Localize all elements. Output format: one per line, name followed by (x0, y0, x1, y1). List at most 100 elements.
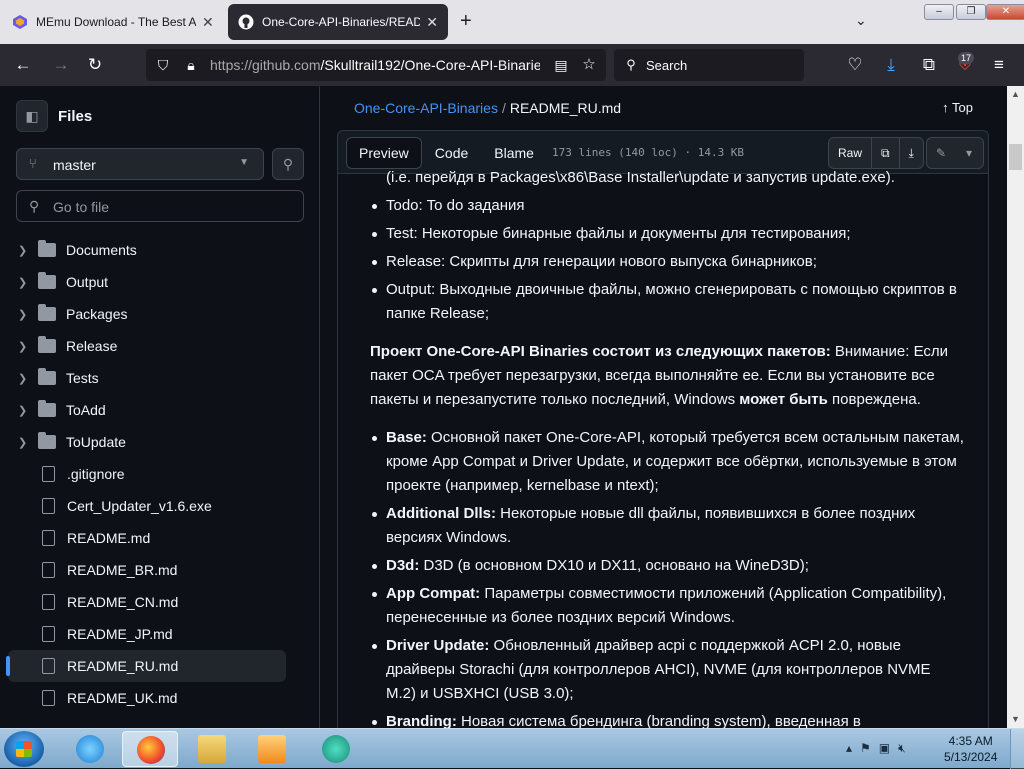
file-icon (42, 562, 55, 578)
close-window-button[interactable]: ✕ (986, 4, 1024, 20)
tree-item-label: Cert_Updater_v1.6.exe (67, 498, 212, 514)
file-icon (42, 530, 55, 546)
sidebar-collapse-icon[interactable]: ◧ (16, 100, 48, 132)
forward-arrow-icon[interactable]: → (50, 54, 72, 76)
package-list: Base: Основной пакет One-Core-API, котор… (338, 426, 988, 728)
scroll-up-arrow-icon[interactable]: ▲ (1007, 86, 1024, 103)
folder-icon (38, 368, 56, 385)
tree-item-label: Documents (66, 242, 137, 258)
new-tab-icon[interactable]: + (460, 10, 472, 33)
breadcrumb-file: README_RU.md (509, 100, 622, 116)
page-scrollbar[interactable]: ▲ ▼ (1007, 86, 1024, 728)
tree-folder-item[interactable]: ❯ ToUpdate (8, 426, 308, 458)
minimize-button[interactable]: – (924, 4, 954, 20)
file-icon (42, 498, 55, 514)
search-icon: ⚲ (626, 57, 636, 72)
chevron-right-icon[interactable]: ❯ (18, 340, 38, 353)
tree-folder-item[interactable]: ❯ Packages (8, 298, 308, 330)
tree-item-label: Tests (66, 370, 99, 386)
search-files-button[interactable]: ⚲ (272, 148, 304, 180)
tab-github[interactable]: One-Core-API-Binaries/READM ✕ (228, 4, 448, 40)
close-tab-icon[interactable]: ✕ (202, 14, 214, 31)
package-name: D3d: (386, 557, 420, 574)
system-tray-icons[interactable]: ▴⚑▣🔇︎ (846, 741, 914, 756)
pocket-icon[interactable]: ♡ (844, 54, 866, 76)
tree-file-item[interactable]: README_RU.md (6, 650, 286, 682)
package-description: Основной пакет One-Core-API, который тре… (386, 429, 964, 494)
file-actions: Raw ⧉ ⤓ (828, 137, 924, 169)
reader-view-icon[interactable]: ▤ (550, 54, 572, 76)
tree-file-item[interactable]: README_JP.md (8, 618, 308, 650)
maximize-button[interactable]: ❐ (956, 4, 986, 20)
tree-item-label: .gitignore (67, 466, 125, 482)
search-box[interactable]: ⚲ Search (614, 49, 804, 81)
tree-file-item[interactable]: README_CN.md (8, 586, 308, 618)
url-bar[interactable]: ⛉ 🔒︎ https://github.com/Skulltrail192/On… (146, 49, 606, 81)
list-all-tabs-icon[interactable]: ⌄ (855, 12, 867, 29)
edit-actions: ✎ ▾ (926, 137, 984, 169)
tree-item-label: ToAdd (66, 402, 106, 418)
para-bold: может быть (739, 391, 828, 408)
taskbar-memu[interactable] (308, 731, 364, 767)
show-desktop-button[interactable] (1010, 729, 1024, 769)
tree-file-item[interactable]: README_BR.md (8, 554, 308, 586)
taskbar-ie[interactable] (62, 731, 118, 767)
taskbar-media-player[interactable] (244, 731, 300, 767)
chevron-right-icon[interactable]: ❯ (18, 372, 38, 385)
tree-file-item[interactable]: README_UK.md (8, 682, 308, 714)
chevron-down-icon[interactable]: ▾ (955, 138, 983, 168)
tab-preview[interactable]: Preview (346, 137, 422, 169)
folder-icon (38, 400, 56, 417)
pencil-edit-icon[interactable]: ✎ (927, 138, 955, 168)
chevron-right-icon[interactable]: ❯ (18, 244, 38, 257)
reload-icon[interactable]: ↻ (84, 54, 106, 76)
tab-code[interactable]: Code (422, 137, 481, 169)
media-player-icon (258, 735, 286, 763)
tree-folder-item[interactable]: ❯ Tests (8, 362, 308, 394)
chevron-right-icon[interactable]: ❯ (18, 276, 38, 289)
start-button[interactable] (4, 731, 44, 767)
file-icon (42, 658, 55, 674)
close-tab-icon[interactable]: ✕ (426, 14, 438, 31)
menu-icon[interactable]: ≡ (988, 54, 1010, 76)
file-tree: ❯ Documents ❯ Output ❯ Packages ❯ Release ❯ Tests… (6, 234, 308, 714)
lock-icon[interactable]: 🔒︎ (180, 54, 202, 76)
bookmark-star-icon[interactable]: ☆ (578, 54, 600, 76)
tree-file-item[interactable]: .gitignore (8, 458, 308, 490)
folder-icon (38, 272, 56, 289)
package-name: App Compat: (386, 585, 481, 602)
tree-folder-item[interactable]: ❯ ToAdd (8, 394, 308, 426)
file-icon (42, 594, 55, 610)
branch-selector[interactable]: ⑂ master ▼ (16, 148, 264, 180)
top-button[interactable]: ↑ Top (942, 100, 973, 115)
extensions-icon[interactable]: ⧉ (918, 54, 940, 76)
taskbar-clock[interactable]: 4:35 AM 5/13/2024 (944, 733, 997, 765)
tree-item-label: README_UK.md (67, 690, 178, 706)
raw-button[interactable]: Raw (829, 138, 873, 168)
shield-icon[interactable]: ⛉ (152, 54, 174, 76)
taskbar-firefox[interactable] (122, 731, 178, 767)
tab-memu[interactable]: MEmu Download - The Best An ✕ (2, 4, 224, 40)
breadcrumb-repo-link[interactable]: One-Core-API-Binaries (354, 100, 498, 116)
download-icon[interactable]: ⤓ (900, 138, 923, 168)
chevron-right-icon[interactable]: ❯ (18, 308, 38, 321)
url-text[interactable]: https://github.com/Skulltrail192/One-Cor… (210, 57, 540, 73)
chevron-right-icon[interactable]: ❯ (18, 404, 38, 417)
git-branch-icon: ⑂ (29, 156, 37, 171)
search-placeholder: Search (646, 58, 688, 73)
copy-icon[interactable]: ⧉ (872, 138, 900, 168)
top-label: Top (952, 100, 973, 115)
tab-blame[interactable]: Blame (481, 137, 547, 169)
scrollbar-thumb[interactable] (1009, 144, 1022, 170)
tree-file-item[interactable]: README.md (8, 522, 308, 554)
tree-folder-item[interactable]: ❯ Release (8, 330, 308, 362)
back-arrow-icon[interactable]: ← (12, 54, 34, 76)
tree-file-item[interactable]: Cert_Updater_v1.6.exe (8, 490, 308, 522)
tree-folder-item[interactable]: ❯ Documents (8, 234, 308, 266)
download-icon[interactable]: ⤓ (880, 54, 902, 76)
tree-folder-item[interactable]: ❯ Output (8, 266, 308, 298)
chevron-right-icon[interactable]: ❯ (18, 436, 38, 449)
taskbar-explorer[interactable] (184, 731, 240, 767)
go-to-file-input[interactable]: ⚲ Go to file (16, 190, 304, 222)
scroll-down-arrow-icon[interactable]: ▼ (1007, 711, 1024, 728)
